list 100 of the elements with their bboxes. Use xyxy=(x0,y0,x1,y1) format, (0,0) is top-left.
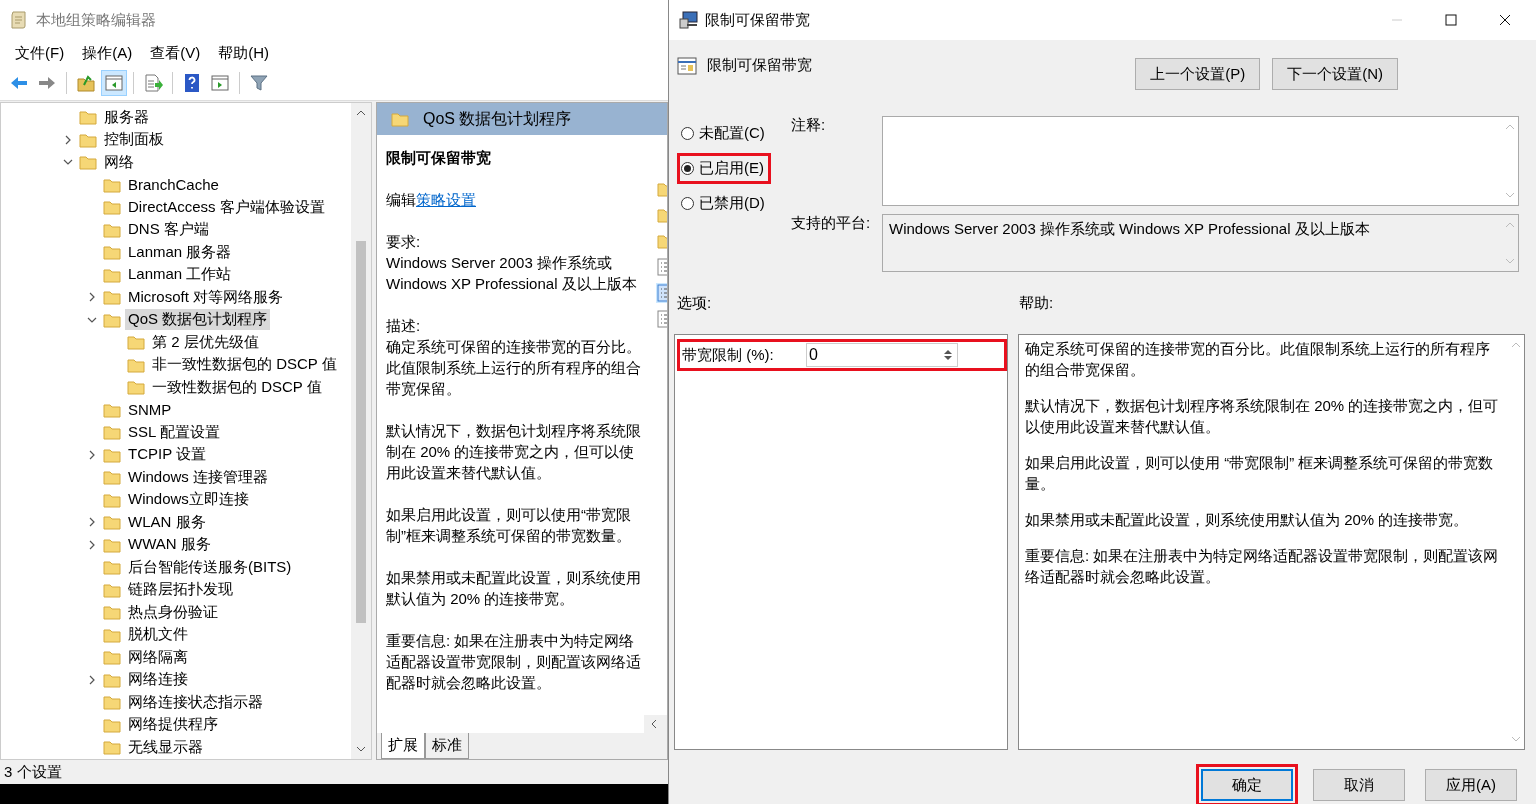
folder-icon xyxy=(127,356,145,373)
toolbar-button[interactable] xyxy=(101,70,127,96)
folder-icon xyxy=(103,401,121,418)
tree-item[interactable]: BranchCache xyxy=(125,175,222,195)
spin-box[interactable]: 0 xyxy=(806,343,958,367)
tree-item[interactable]: 链路层拓扑发现 xyxy=(125,579,236,601)
menu-item[interactable]: 查看(V) xyxy=(143,41,208,65)
folder-icon xyxy=(391,111,409,127)
tree-item[interactable]: Microsoft 对等网络服务 xyxy=(125,286,286,308)
description-text: 如果启用此设置，则可以使用“带宽限制”框来调整系统可保留的带宽数量。 xyxy=(386,505,632,546)
scrollbar[interactable] xyxy=(644,715,667,733)
tab[interactable]: 标准 xyxy=(425,733,469,759)
computer-icon xyxy=(679,11,699,29)
field-label: 支持的平台: xyxy=(791,214,872,233)
radio-button[interactable] xyxy=(681,197,694,210)
tree-item[interactable]: Lanman 服务器 xyxy=(125,241,235,263)
radio-option[interactable]: 已禁用(D) xyxy=(680,191,769,216)
folder-icon xyxy=(103,514,121,531)
field-label: 注释: xyxy=(791,116,827,135)
radio-button[interactable] xyxy=(681,162,694,175)
folder-icon xyxy=(103,716,121,733)
description-text: 如果禁用或未配置此设置，则系统使用默认值为 20% 的连接带宽。 xyxy=(386,568,642,609)
window-title: 限制可保留带宽 xyxy=(705,10,811,30)
setting-title: 限制可保留带宽 xyxy=(386,148,492,168)
folder-icon xyxy=(103,694,121,711)
tree-item[interactable]: 非一致性数据包的 DSCP 值 xyxy=(149,354,340,376)
help-icon xyxy=(182,73,202,93)
header-title: QoS 数据包计划程序 xyxy=(423,108,572,129)
radio-option[interactable]: 未配置(C) xyxy=(680,121,769,146)
radio-button[interactable] xyxy=(681,127,694,140)
settings-window-icon xyxy=(677,56,697,76)
folder-icon xyxy=(103,289,121,306)
dialog-button[interactable]: 确定 xyxy=(1201,769,1293,801)
filter-icon xyxy=(249,73,269,93)
tree-item[interactable]: TCPIP 设置 xyxy=(125,444,210,466)
comment-field[interactable] xyxy=(882,116,1519,206)
spin-up-icon xyxy=(944,349,952,354)
tab[interactable]: 扩展 xyxy=(381,733,425,759)
folder-icon xyxy=(103,649,121,666)
folder-icon xyxy=(79,131,97,148)
folder-icon xyxy=(103,604,121,621)
folder-icon xyxy=(103,581,121,598)
tree-item[interactable]: 服务器 xyxy=(101,106,152,128)
tree-item[interactable]: DNS 客户端 xyxy=(125,219,212,241)
menu-item[interactable]: 操作(A) xyxy=(75,41,140,65)
tree-item[interactable]: 脱机文件 xyxy=(125,624,191,646)
tree-item[interactable]: 网络连接 xyxy=(125,669,191,691)
tree-item[interactable]: 网络连接状态指示器 xyxy=(125,691,266,713)
edit-text: 编辑策略设置 xyxy=(386,190,477,210)
tree-item[interactable]: Windows 连接管理器 xyxy=(125,466,272,488)
folder-icon xyxy=(103,491,121,508)
tree-item[interactable]: QoS 数据包计划程序 xyxy=(125,309,271,331)
tree-item[interactable]: 热点身份验证 xyxy=(125,601,221,623)
folder-icon xyxy=(103,424,121,441)
tree-item[interactable]: WWAN 服务 xyxy=(125,534,214,556)
section-label: 选项: xyxy=(677,294,713,313)
menu-item[interactable]: 文件(F) xyxy=(8,41,72,65)
folder-icon xyxy=(79,154,97,171)
number-input[interactable]: 0 xyxy=(807,344,939,366)
pane-icon xyxy=(104,73,124,93)
help-text: 确定系统可保留的连接带宽的百分比。此值限制系统上运行的所有程序的组合带宽保留。 xyxy=(1025,339,1491,380)
tree-item[interactable]: SSL 配置设置 xyxy=(125,421,223,443)
tree-item[interactable]: 网络隔离 xyxy=(125,646,191,668)
tree-item[interactable]: 第 2 层优先级值 xyxy=(149,331,262,353)
policy-link[interactable]: 策略设置 xyxy=(416,191,476,208)
tree-item[interactable]: WLAN 服务 xyxy=(125,511,209,533)
setting-name: 限制可保留带宽 xyxy=(707,56,812,75)
description-text: 描述: 确定系统可保留的连接带宽的百分比。此值限制系统上运行的所有程序的组合带宽保留。 xyxy=(386,316,642,399)
scrollbar[interactable] xyxy=(351,103,371,759)
export-list-icon xyxy=(143,73,163,93)
radio-label: 已启用(E) xyxy=(699,159,764,178)
folder-up-icon xyxy=(76,73,96,93)
menu-item[interactable]: 帮助(H) xyxy=(211,41,276,65)
folder-icon xyxy=(103,559,121,576)
tree-item[interactable]: Windows立即连接 xyxy=(125,489,252,511)
dialog-button[interactable]: 应用(A) xyxy=(1425,769,1517,801)
folder-icon xyxy=(103,311,121,328)
tree-item[interactable]: 无线显示器 xyxy=(125,736,206,758)
tree-item[interactable]: 网络 xyxy=(101,151,137,173)
nav-button[interactable]: 下一个设置(N) xyxy=(1272,58,1398,90)
tree-item[interactable]: 一致性数据包的 DSCP 值 xyxy=(149,376,325,398)
nav-button[interactable]: 上一个设置(P) xyxy=(1135,58,1261,90)
spin-down-icon xyxy=(944,356,952,361)
scroll-icon xyxy=(10,10,28,30)
tree-item[interactable]: 后台智能传送服务(BITS) xyxy=(125,556,295,578)
folder-icon xyxy=(103,244,121,261)
tree-item[interactable]: 网络提供程序 xyxy=(125,714,221,736)
description-text: 要求: Windows Server 2003 操作系统或 Windows XP Professional 及以上版本 xyxy=(386,232,638,294)
folder-icon xyxy=(79,109,97,126)
folder-icon xyxy=(103,176,121,193)
tree-item[interactable]: SNMP xyxy=(125,400,175,420)
platform-text: Windows Server 2003 操作系统或 Windows XP Professional 及以上版本 xyxy=(888,219,1371,239)
radio-option[interactable]: 已启用(E) xyxy=(680,156,768,181)
tree-item[interactable]: DirectAccess 客户端体验设置 xyxy=(125,196,328,218)
window-title: 本地组策略编辑器 xyxy=(36,10,156,30)
folder-icon xyxy=(127,334,145,351)
folder-icon xyxy=(103,671,121,688)
dialog-button[interactable]: 取消 xyxy=(1313,769,1405,801)
tree-item[interactable]: 控制面板 xyxy=(101,129,167,151)
tree-item[interactable]: Lanman 工作站 xyxy=(125,264,235,286)
